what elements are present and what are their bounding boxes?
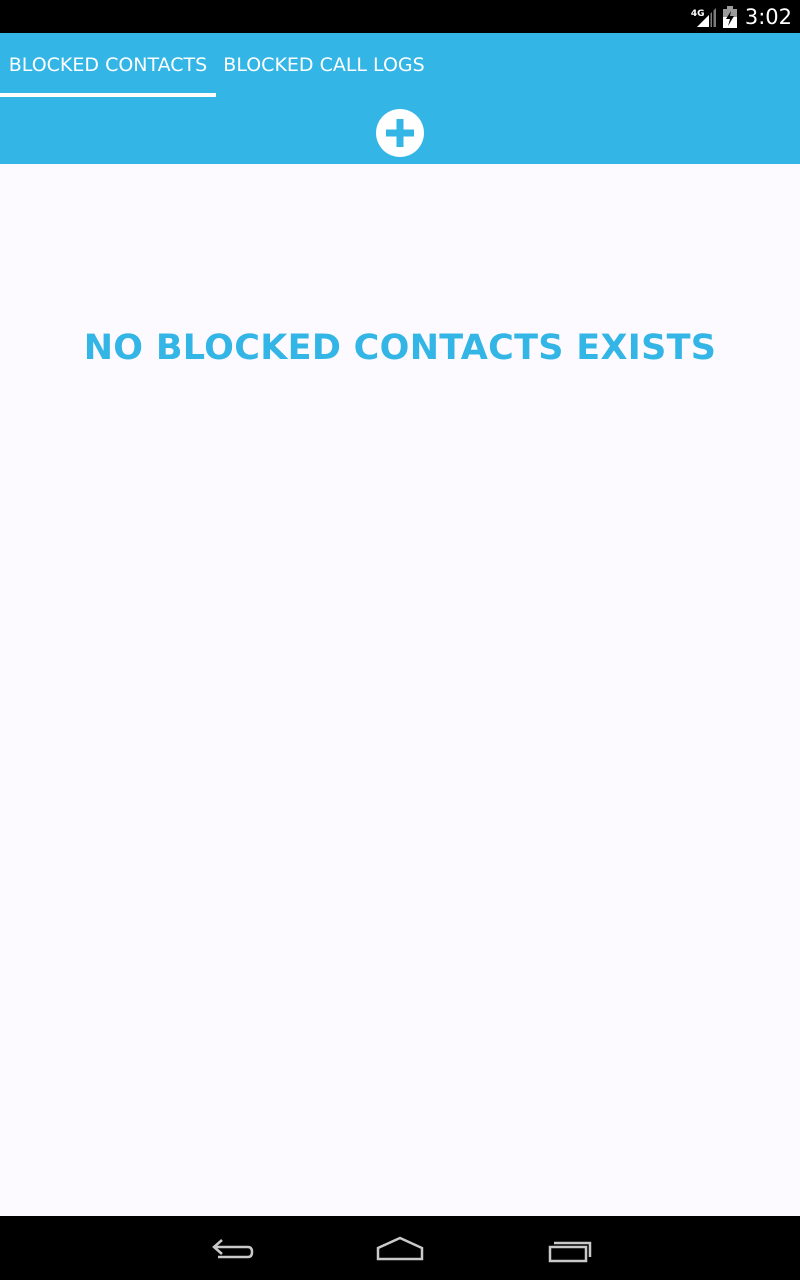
battery-charging-icon: [722, 5, 737, 28]
navigation-bar: [0, 1216, 800, 1280]
status-bar: 4G 3:02: [0, 0, 800, 33]
selected-tab-indicator: [0, 93, 216, 97]
content-area: NO BLOCKED CONTACTS EXISTS: [0, 164, 800, 1216]
network-type-label: 4G: [690, 8, 705, 19]
back-icon: [212, 1239, 254, 1259]
home-icon: [376, 1236, 424, 1261]
recent-apps-icon: [548, 1241, 592, 1263]
tab-blocked-call-logs[interactable]: BLOCKED CALL LOGS: [216, 33, 432, 97]
signal-icon: 4G: [691, 6, 717, 28]
add-contact-button[interactable]: [376, 109, 424, 157]
back-button[interactable]: [200, 1228, 260, 1268]
clock: 3:02: [744, 4, 792, 29]
tab-bar: BLOCKED CONTACTS BLOCKED CALL LOGS: [0, 33, 800, 164]
empty-state-message: NO BLOCKED CONTACTS EXISTS: [83, 328, 717, 368]
tab-blocked-contacts[interactable]: BLOCKED CONTACTS: [0, 33, 216, 97]
status-icons: 4G 3:02: [691, 0, 792, 33]
add-circle-icon: [377, 110, 423, 156]
recent-apps-button[interactable]: [540, 1228, 600, 1268]
home-button[interactable]: [370, 1228, 430, 1268]
